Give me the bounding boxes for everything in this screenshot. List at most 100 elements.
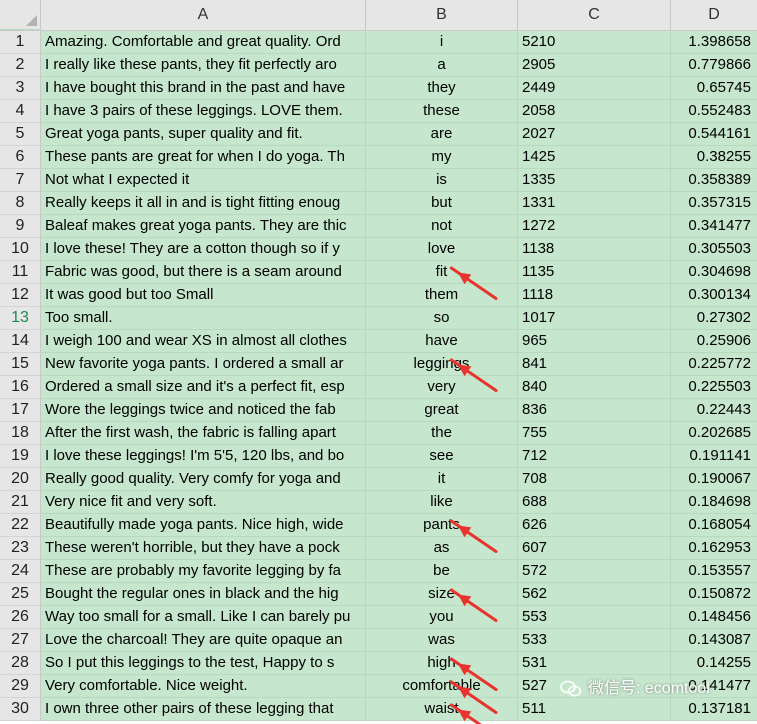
cell-a-review-text[interactable]: Bought the regular ones in black and the…: [41, 583, 366, 606]
cell-b-word[interactable]: comfortable: [366, 675, 518, 698]
row-number[interactable]: 2: [0, 54, 41, 77]
cell-b-word[interactable]: great: [366, 399, 518, 422]
cell-a-review-text[interactable]: New favorite yoga pants. I ordered a sma…: [41, 353, 366, 376]
row-number[interactable]: 8: [0, 192, 41, 215]
cell-a-review-text[interactable]: I weigh 100 and wear XS in almost all cl…: [41, 330, 366, 353]
row-number[interactable]: 9: [0, 215, 41, 238]
column-header-d[interactable]: D: [671, 0, 757, 30]
column-header-b[interactable]: B: [366, 0, 518, 30]
cell-d-score[interactable]: 0.341477: [671, 215, 757, 238]
cell-b-word[interactable]: not: [366, 215, 518, 238]
cell-a-review-text[interactable]: Not what I expected it: [41, 169, 366, 192]
cell-d-score[interactable]: 0.305503: [671, 238, 757, 261]
cell-a-review-text[interactable]: Really keeps it all in and is tight fitt…: [41, 192, 366, 215]
cell-c-count[interactable]: 1118: [518, 284, 671, 307]
cell-d-score[interactable]: 0.150872: [671, 583, 757, 606]
cell-a-review-text[interactable]: These weren't horrible, but they have a …: [41, 537, 366, 560]
cell-b-word[interactable]: it: [366, 468, 518, 491]
cell-d-score[interactable]: 0.162953: [671, 537, 757, 560]
cell-b-word[interactable]: leggings: [366, 353, 518, 376]
cell-d-score[interactable]: 0.38255: [671, 146, 757, 169]
cell-d-score[interactable]: 0.357315: [671, 192, 757, 215]
cell-d-score[interactable]: 0.304698: [671, 261, 757, 284]
row-number[interactable]: 11: [0, 261, 41, 284]
cell-d-score[interactable]: 0.65745: [671, 77, 757, 100]
cell-b-word[interactable]: you: [366, 606, 518, 629]
row-number[interactable]: 10: [0, 238, 41, 261]
cell-c-count[interactable]: 688: [518, 491, 671, 514]
cell-d-score[interactable]: 0.27302: [671, 307, 757, 330]
column-header-a[interactable]: A: [41, 0, 366, 30]
cell-b-word[interactable]: are: [366, 123, 518, 146]
row-number[interactable]: 7: [0, 169, 41, 192]
cell-c-count[interactable]: 607: [518, 537, 671, 560]
cell-b-word[interactable]: be: [366, 560, 518, 583]
cell-c-count[interactable]: 1017: [518, 307, 671, 330]
row-number[interactable]: 27: [0, 629, 41, 652]
cell-b-word[interactable]: they: [366, 77, 518, 100]
cell-b-word[interactable]: see: [366, 445, 518, 468]
cell-d-score[interactable]: 0.25906: [671, 330, 757, 353]
cell-b-word[interactable]: high: [366, 652, 518, 675]
cell-c-count[interactable]: 531: [518, 652, 671, 675]
cell-c-count[interactable]: 626: [518, 514, 671, 537]
cell-a-review-text[interactable]: Very nice fit and very soft.: [41, 491, 366, 514]
column-header-c[interactable]: C: [518, 0, 671, 30]
cell-c-count[interactable]: 1135: [518, 261, 671, 284]
row-number[interactable]: 6: [0, 146, 41, 169]
cell-c-count[interactable]: 708: [518, 468, 671, 491]
cell-b-word[interactable]: pants: [366, 514, 518, 537]
cell-a-review-text[interactable]: Very comfortable. Nice weight.: [41, 675, 366, 698]
select-all-corner[interactable]: [0, 0, 41, 30]
cell-b-word[interactable]: very: [366, 376, 518, 399]
row-number[interactable]: 4: [0, 100, 41, 123]
row-number[interactable]: 21: [0, 491, 41, 514]
cell-c-count[interactable]: 533: [518, 629, 671, 652]
cell-d-score[interactable]: 0.22443: [671, 399, 757, 422]
cell-c-count[interactable]: 1331: [518, 192, 671, 215]
row-number[interactable]: 25: [0, 583, 41, 606]
cell-a-review-text[interactable]: Fabric was good, but there is a seam aro…: [41, 261, 366, 284]
row-number[interactable]: 5: [0, 123, 41, 146]
cell-a-review-text[interactable]: Way too small for a small. Like I can ba…: [41, 606, 366, 629]
cell-c-count[interactable]: 2027: [518, 123, 671, 146]
cell-d-score[interactable]: 0.14255: [671, 652, 757, 675]
cell-b-word[interactable]: was: [366, 629, 518, 652]
cell-b-word[interactable]: so: [366, 307, 518, 330]
row-number[interactable]: 20: [0, 468, 41, 491]
cell-a-review-text[interactable]: I love these! They are a cotton though s…: [41, 238, 366, 261]
cell-a-review-text[interactable]: Love the charcoal! They are quite opaque…: [41, 629, 366, 652]
cell-d-score[interactable]: 0.148456: [671, 606, 757, 629]
cell-b-word[interactable]: a: [366, 54, 518, 77]
cell-b-word[interactable]: waist: [366, 698, 518, 721]
row-number[interactable]: 24: [0, 560, 41, 583]
cell-b-word[interactable]: but: [366, 192, 518, 215]
cell-c-count[interactable]: 836: [518, 399, 671, 422]
cell-a-review-text[interactable]: I really like these pants, they fit perf…: [41, 54, 366, 77]
cell-b-word[interactable]: love: [366, 238, 518, 261]
cell-d-score[interactable]: 0.191141: [671, 445, 757, 468]
cell-a-review-text[interactable]: Wore the leggings twice and noticed the …: [41, 399, 366, 422]
cell-a-review-text[interactable]: So I put this leggings to the test, Happ…: [41, 652, 366, 675]
cell-b-word[interactable]: i: [366, 31, 518, 54]
cell-d-score[interactable]: 0.544161: [671, 123, 757, 146]
cell-c-count[interactable]: 2058: [518, 100, 671, 123]
cell-c-count[interactable]: 2905: [518, 54, 671, 77]
cell-d-score[interactable]: 1.398658: [671, 31, 757, 54]
cell-a-review-text[interactable]: I own three other pairs of these legging…: [41, 698, 366, 721]
cell-a-review-text[interactable]: Beautifully made yoga pants. Nice high, …: [41, 514, 366, 537]
cell-a-review-text[interactable]: Amazing. Comfortable and great quality. …: [41, 31, 366, 54]
cell-c-count[interactable]: 755: [518, 422, 671, 445]
cell-a-review-text[interactable]: Ordered a small size and it's a perfect …: [41, 376, 366, 399]
row-number[interactable]: 16: [0, 376, 41, 399]
cell-c-count[interactable]: 965: [518, 330, 671, 353]
row-number[interactable]: 26: [0, 606, 41, 629]
row-number[interactable]: 23: [0, 537, 41, 560]
cell-a-review-text[interactable]: Baleaf makes great yoga pants. They are …: [41, 215, 366, 238]
cell-c-count[interactable]: 1425: [518, 146, 671, 169]
row-number[interactable]: 22: [0, 514, 41, 537]
cell-b-word[interactable]: size: [366, 583, 518, 606]
cell-a-review-text[interactable]: These are probably my favorite legging b…: [41, 560, 366, 583]
cell-a-review-text[interactable]: It was good but too Small: [41, 284, 366, 307]
row-number[interactable]: 3: [0, 77, 41, 100]
